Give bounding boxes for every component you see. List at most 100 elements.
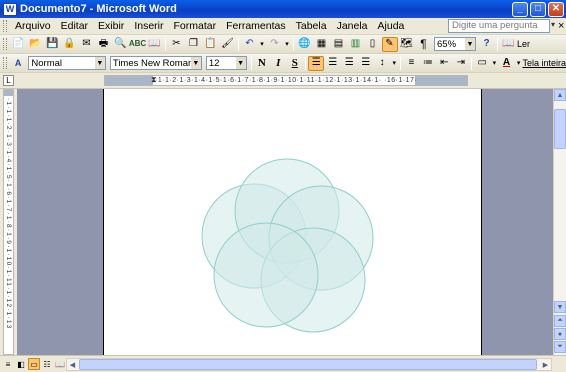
font-size-select[interactable]: 12 ▼	[205, 56, 247, 70]
chevron-down-icon[interactable]: ▼	[190, 57, 201, 69]
document-page[interactable]	[103, 89, 482, 355]
scroll-left-icon[interactable]: ◀	[67, 359, 78, 370]
maximize-button[interactable]: □	[530, 1, 546, 17]
align-center-icon[interactable]: ☰	[325, 56, 340, 71]
line-spacing-dropdown-icon[interactable]: ▾	[391, 56, 398, 71]
menu-exibir[interactable]: Exibir	[93, 20, 129, 32]
spelling-icon[interactable]: ABC	[129, 37, 146, 52]
menu-ajuda[interactable]: Ajuda	[373, 20, 410, 32]
reading-view-icon[interactable]: 📖	[54, 358, 66, 370]
fullscreen-button[interactable]: Tela inteira	[523, 58, 566, 68]
permission-icon[interactable]: 🔒	[62, 37, 78, 52]
redo-dropdown-icon[interactable]: ▾	[284, 37, 291, 52]
font-select[interactable]: Times New Roman ▼	[109, 56, 202, 70]
justify-icon[interactable]: ☰	[358, 56, 373, 71]
web-layout-view-icon[interactable]: ◧	[15, 358, 27, 370]
previous-page-icon[interactable]: ⏶	[554, 315, 566, 327]
tab-selector-icon[interactable]: L	[3, 75, 14, 86]
undo-icon[interactable]: ↶	[242, 37, 258, 52]
align-right-icon[interactable]: ☰	[341, 56, 356, 71]
format-painter-icon[interactable]: 🖌	[220, 37, 236, 52]
italic-button[interactable]: I	[271, 56, 286, 71]
drawing-circle[interactable]	[213, 222, 319, 328]
numbering-icon[interactable]: ≡	[404, 56, 419, 71]
paste-icon[interactable]: 📋	[203, 37, 219, 52]
normal-view-icon[interactable]: ≡	[2, 358, 14, 370]
menu-inserir[interactable]: Inserir	[129, 20, 168, 32]
new-document-icon[interactable]: 📄	[11, 37, 27, 52]
minimize-button[interactable]: _	[512, 1, 528, 17]
line-spacing-icon[interactable]: ↕	[374, 56, 389, 71]
redo-icon[interactable]: ↷	[267, 37, 283, 52]
word-app-icon[interactable]: W	[3, 2, 17, 16]
vertical-ruler[interactable]: ·1·1·1·2·1·3·1·4·1·5·1·6·1·7·1·8·1·9·1·1…	[3, 89, 14, 355]
vertical-scrollbar[interactable]: ▲ ▼ ⏶ ● ⏷	[553, 89, 566, 355]
save-icon[interactable]: 💾	[45, 37, 61, 52]
font-color-icon[interactable]: A	[499, 56, 514, 71]
copy-icon[interactable]: ❐	[186, 37, 202, 52]
browse-object-icon[interactable]: ●	[554, 328, 566, 340]
menu-editar[interactable]: Editar	[56, 20, 93, 32]
doc-close-button[interactable]: ×	[558, 20, 564, 32]
help-question-input[interactable]: Digite uma pergunta	[448, 19, 550, 33]
menu-janela[interactable]: Janela	[332, 20, 373, 32]
help-dropdown-icon[interactable]: ▾	[551, 20, 555, 29]
insert-excel-icon[interactable]: ▥	[348, 37, 364, 52]
menu-ferramentas[interactable]: Ferramentas	[221, 20, 291, 32]
outline-view-icon[interactable]: ☷	[41, 358, 53, 370]
border-icon[interactable]: ▭	[475, 56, 490, 71]
separator	[165, 37, 166, 51]
menu-grip[interactable]	[3, 20, 7, 32]
underline-button[interactable]: S	[287, 56, 302, 71]
top-margin-area	[4, 90, 13, 96]
tables-borders-icon[interactable]: ▦	[314, 37, 330, 52]
read-button-label[interactable]: Ler	[517, 39, 530, 49]
email-icon[interactable]: ✉	[79, 37, 95, 52]
menu-arquivo[interactable]: Arquivo	[10, 20, 56, 32]
undo-dropdown-icon[interactable]: ▾	[259, 37, 266, 52]
open-icon[interactable]: 📂	[28, 37, 44, 52]
horizontal-scroll-thumb[interactable]	[79, 359, 537, 370]
next-page-icon[interactable]: ⏷	[554, 341, 566, 353]
drawing-icon[interactable]: ✎	[381, 36, 398, 52]
scroll-down-icon[interactable]: ▼	[554, 301, 566, 313]
document-map-icon[interactable]: 🗺	[399, 37, 415, 52]
increase-indent-icon[interactable]: ⇥	[453, 56, 468, 71]
scroll-right-icon[interactable]: ▶	[540, 359, 551, 370]
zoom-select[interactable]: 65% ▼	[434, 37, 476, 51]
separator	[238, 37, 239, 51]
close-button[interactable]: ✕	[548, 1, 564, 17]
border-dropdown-icon[interactable]: ▾	[491, 56, 498, 71]
research-icon[interactable]: 📖	[147, 37, 163, 52]
horizontal-scrollbar[interactable]: ◀ ▶	[66, 358, 552, 371]
align-left-icon[interactable]: ☰	[308, 55, 325, 71]
help-icon[interactable]: ?	[479, 37, 495, 52]
toolbar-grip[interactable]	[3, 57, 7, 69]
hyperlink-icon[interactable]: 🌐	[297, 37, 313, 52]
show-hide-icon[interactable]: ¶	[416, 37, 432, 52]
toolbar-grip[interactable]	[3, 38, 7, 50]
scroll-thumb[interactable]	[554, 109, 566, 149]
print-layout-view-icon[interactable]: ▭	[28, 358, 40, 370]
print-preview-icon[interactable]: 🔍	[113, 37, 129, 52]
scroll-up-icon[interactable]: ▲	[554, 89, 566, 101]
chevron-down-icon[interactable]: ▼	[465, 38, 475, 50]
columns-icon[interactable]: ▯	[365, 37, 381, 52]
cut-icon[interactable]: ✂	[169, 37, 185, 52]
chevron-down-icon[interactable]: ▼	[235, 57, 246, 69]
menu-tabela[interactable]: Tabela	[291, 20, 332, 32]
font-color-dropdown-icon[interactable]: ▾	[515, 56, 522, 71]
separator	[471, 56, 473, 70]
bullets-icon[interactable]: ≔	[420, 56, 435, 71]
menu-formatar[interactable]: Formatar	[169, 20, 222, 32]
print-icon[interactable]: 🖶	[96, 37, 112, 52]
chevron-down-icon[interactable]: ▼	[94, 57, 105, 69]
horizontal-ruler[interactable]: ·1·1·2·1·3·1·4·1·5·1·6·1·7·1·8·1·9·1·10·…	[104, 75, 468, 86]
indent-marker-icon[interactable]: ⧗	[151, 75, 157, 85]
insert-table-icon[interactable]: ▤	[331, 37, 347, 52]
reading-icon[interactable]: 📖	[501, 37, 517, 52]
decrease-indent-icon[interactable]: ⇤	[437, 56, 452, 71]
style-select[interactable]: Normal ▼	[28, 56, 106, 70]
styles-formatting-icon[interactable]: A	[10, 56, 25, 71]
bold-button[interactable]: N	[254, 56, 269, 71]
